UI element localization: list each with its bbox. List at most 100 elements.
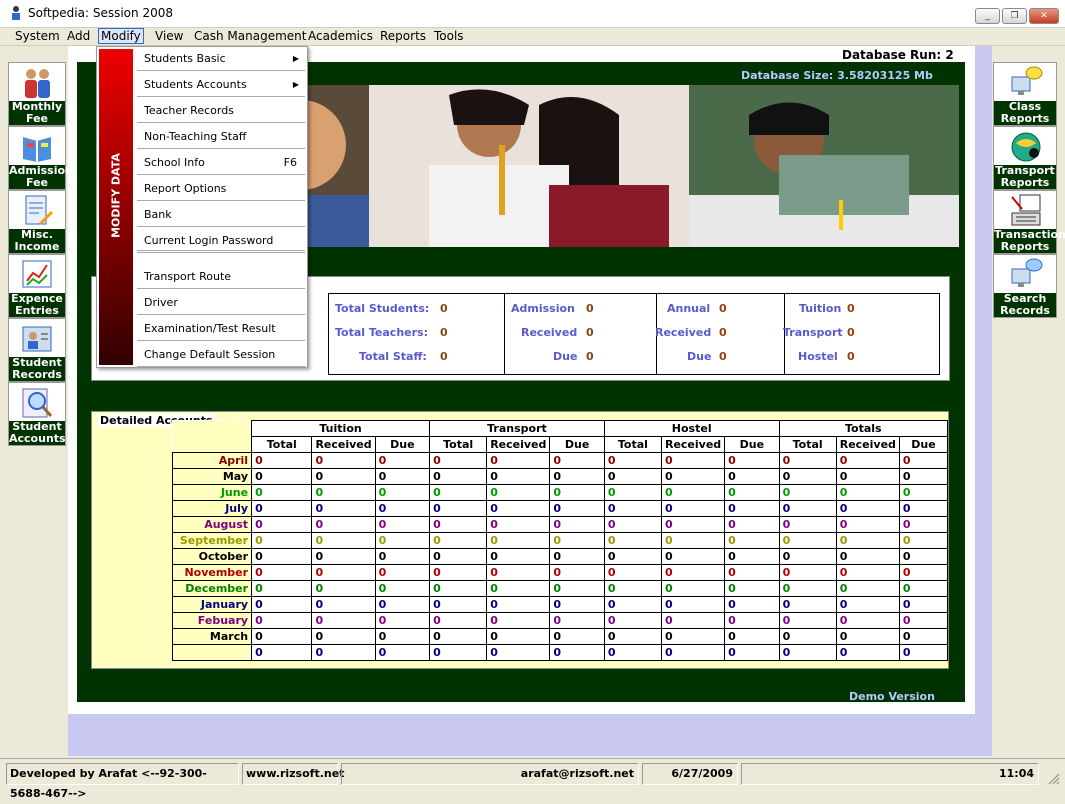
table-cell: 0 — [311, 484, 376, 501]
student-records-button[interactable]: Student Records — [8, 318, 66, 382]
table-cell: 0 — [660, 596, 726, 613]
table-cell: 0 — [603, 644, 662, 661]
table-cell: 0 — [486, 596, 551, 613]
subheader-total: Total — [429, 436, 488, 453]
table-cell: 0 — [486, 452, 551, 469]
menu-tools[interactable]: Tools — [434, 29, 464, 43]
menu-item-bank[interactable]: Bank — [137, 203, 305, 227]
menu-add[interactable]: Add — [67, 29, 90, 43]
table-cell: 0 — [374, 580, 431, 597]
table-cell: 0 — [486, 516, 551, 533]
menu-item-non-teaching-staff[interactable]: Non-Teaching Staff — [137, 125, 305, 149]
transaction-reports-button[interactable]: Transaction Reports — [993, 190, 1065, 254]
table-cell: 0 — [429, 628, 488, 645]
class-reports-button[interactable]: Class Reports — [993, 62, 1057, 126]
restore-button[interactable]: ❐ — [1002, 8, 1027, 24]
table-cell: 0 — [374, 532, 431, 549]
menu-modify[interactable]: Modify — [98, 28, 144, 44]
table-cell: 0 — [311, 596, 376, 613]
table-cell: 0 — [898, 500, 949, 517]
menu-item-driver[interactable]: Driver — [137, 291, 305, 315]
menu-academics[interactable]: Academics — [308, 29, 373, 43]
table-cell: 0 — [429, 596, 488, 613]
monthly-fee-button[interactable]: Monthly Fee — [8, 62, 66, 126]
expence-entries-button[interactable]: Expence Entries — [8, 254, 66, 318]
table-cell: 0 — [724, 580, 780, 597]
menu-item-teacher-records[interactable]: Teacher Records — [137, 99, 305, 123]
table-cell: 0 — [311, 532, 376, 549]
table-cell: 0 — [898, 580, 949, 597]
menu-system[interactable]: System — [15, 29, 60, 43]
table-cell: 0 — [486, 564, 551, 581]
month-label: Febuary — [171, 612, 253, 629]
table-cell: 0 — [311, 644, 376, 661]
submenu-arrow-icon: ▶ — [292, 54, 299, 63]
table-cell: 0 — [374, 612, 431, 629]
monitor-bubble-icon — [1011, 66, 1043, 95]
status-email: arafat@rizsoft.net — [341, 763, 639, 785]
chart-icon — [22, 260, 52, 288]
table-cell: 0 — [374, 548, 431, 565]
table-cell: 0 — [486, 532, 551, 549]
table-cell: 0 — [549, 532, 605, 549]
menu-item-current-login-password[interactable]: Current Login Password — [137, 229, 305, 253]
subheader-due: Due — [549, 436, 605, 453]
search-records-button[interactable]: Search Records — [993, 254, 1057, 318]
table-cell: 0 — [311, 580, 376, 597]
total-students-label: Total Students: — [335, 302, 430, 315]
table-cell: 0 — [660, 516, 726, 533]
close-button[interactable]: ✕ — [1029, 8, 1059, 24]
table-cell: 0 — [724, 500, 780, 517]
table-cell: 0 — [603, 548, 662, 565]
admission-fee-label: Admission Fee — [9, 164, 73, 189]
hostel-label: Hostel — [798, 350, 838, 363]
table-cell: 0 — [486, 484, 551, 501]
minimize-button[interactable]: _ — [975, 8, 1000, 24]
student-accounts-button[interactable]: Student Accounts — [8, 382, 66, 446]
menu-item-change-default-session[interactable]: Change Default Session — [137, 343, 305, 367]
table-cell: 0 — [311, 500, 376, 517]
misc-income-button[interactable]: Misc. Income — [8, 190, 66, 254]
table-cell: 0 — [660, 500, 726, 517]
table-cell: 0 — [251, 580, 313, 597]
transport-reports-button[interactable]: Transport Reports — [993, 126, 1057, 190]
month-label: August — [171, 516, 253, 533]
table-cell: 0 — [724, 516, 780, 533]
summary-grid: Total Students: 0 Total Teachers: 0 Tota… — [328, 293, 940, 375]
menu-cash-management[interactable]: Cash Management — [194, 29, 306, 43]
menu-item-transport-route[interactable]: Transport Route — [137, 265, 305, 289]
table-cell: 0 — [898, 612, 949, 629]
total-students-value: 0 — [440, 302, 448, 315]
menu-reports[interactable]: Reports — [380, 29, 426, 43]
table-cell: 0 — [898, 532, 949, 549]
table-cell: 0 — [311, 516, 376, 533]
menu-item-examination-test-result[interactable]: Examination/Test Result — [137, 317, 305, 341]
table-cell: 0 — [429, 548, 488, 565]
menu-item-school-info[interactable]: School Info F6 — [137, 151, 305, 175]
table-cell: 0 — [603, 580, 662, 597]
left-toolbar: Monthly Fee Admission Fee Misc. Income E… — [8, 62, 73, 452]
group-tuition: Tuition — [251, 420, 431, 437]
table-cell: 0 — [251, 468, 313, 485]
table-cell: 0 — [486, 612, 551, 629]
group-header-row: Tuition Transport Hostel Totals — [172, 420, 949, 437]
table-cell: 0 — [486, 580, 551, 597]
admission-fee-button[interactable]: Admission Fee — [8, 126, 73, 190]
total-teachers-label: Total Teachers: — [335, 326, 428, 339]
expence-entries-label: Expence Entries — [9, 293, 65, 317]
table-cell: 0 — [835, 580, 900, 597]
table-cell: 0 — [898, 516, 949, 533]
menu-item-report-options[interactable]: Report Options — [137, 177, 305, 201]
menu-view[interactable]: View — [155, 29, 183, 43]
student-records-label: Student Records — [9, 357, 65, 381]
menu-item-students-accounts[interactable]: Students Accounts ▶ — [137, 73, 305, 97]
menu-item-students-basic[interactable]: Students Basic ▶ — [137, 47, 305, 71]
month-label: January — [171, 596, 253, 613]
subheader-due: Due — [898, 436, 949, 453]
table-cell: 0 — [660, 468, 726, 485]
table-cell: 0 — [778, 580, 837, 597]
table-cell: 0 — [374, 500, 431, 517]
table-cell: 0 — [603, 532, 662, 549]
resize-grip-icon[interactable] — [1046, 771, 1060, 785]
table-row: Febuary 0 0 0 0 0 0 0 0 0 0 0 0 — [171, 612, 949, 629]
